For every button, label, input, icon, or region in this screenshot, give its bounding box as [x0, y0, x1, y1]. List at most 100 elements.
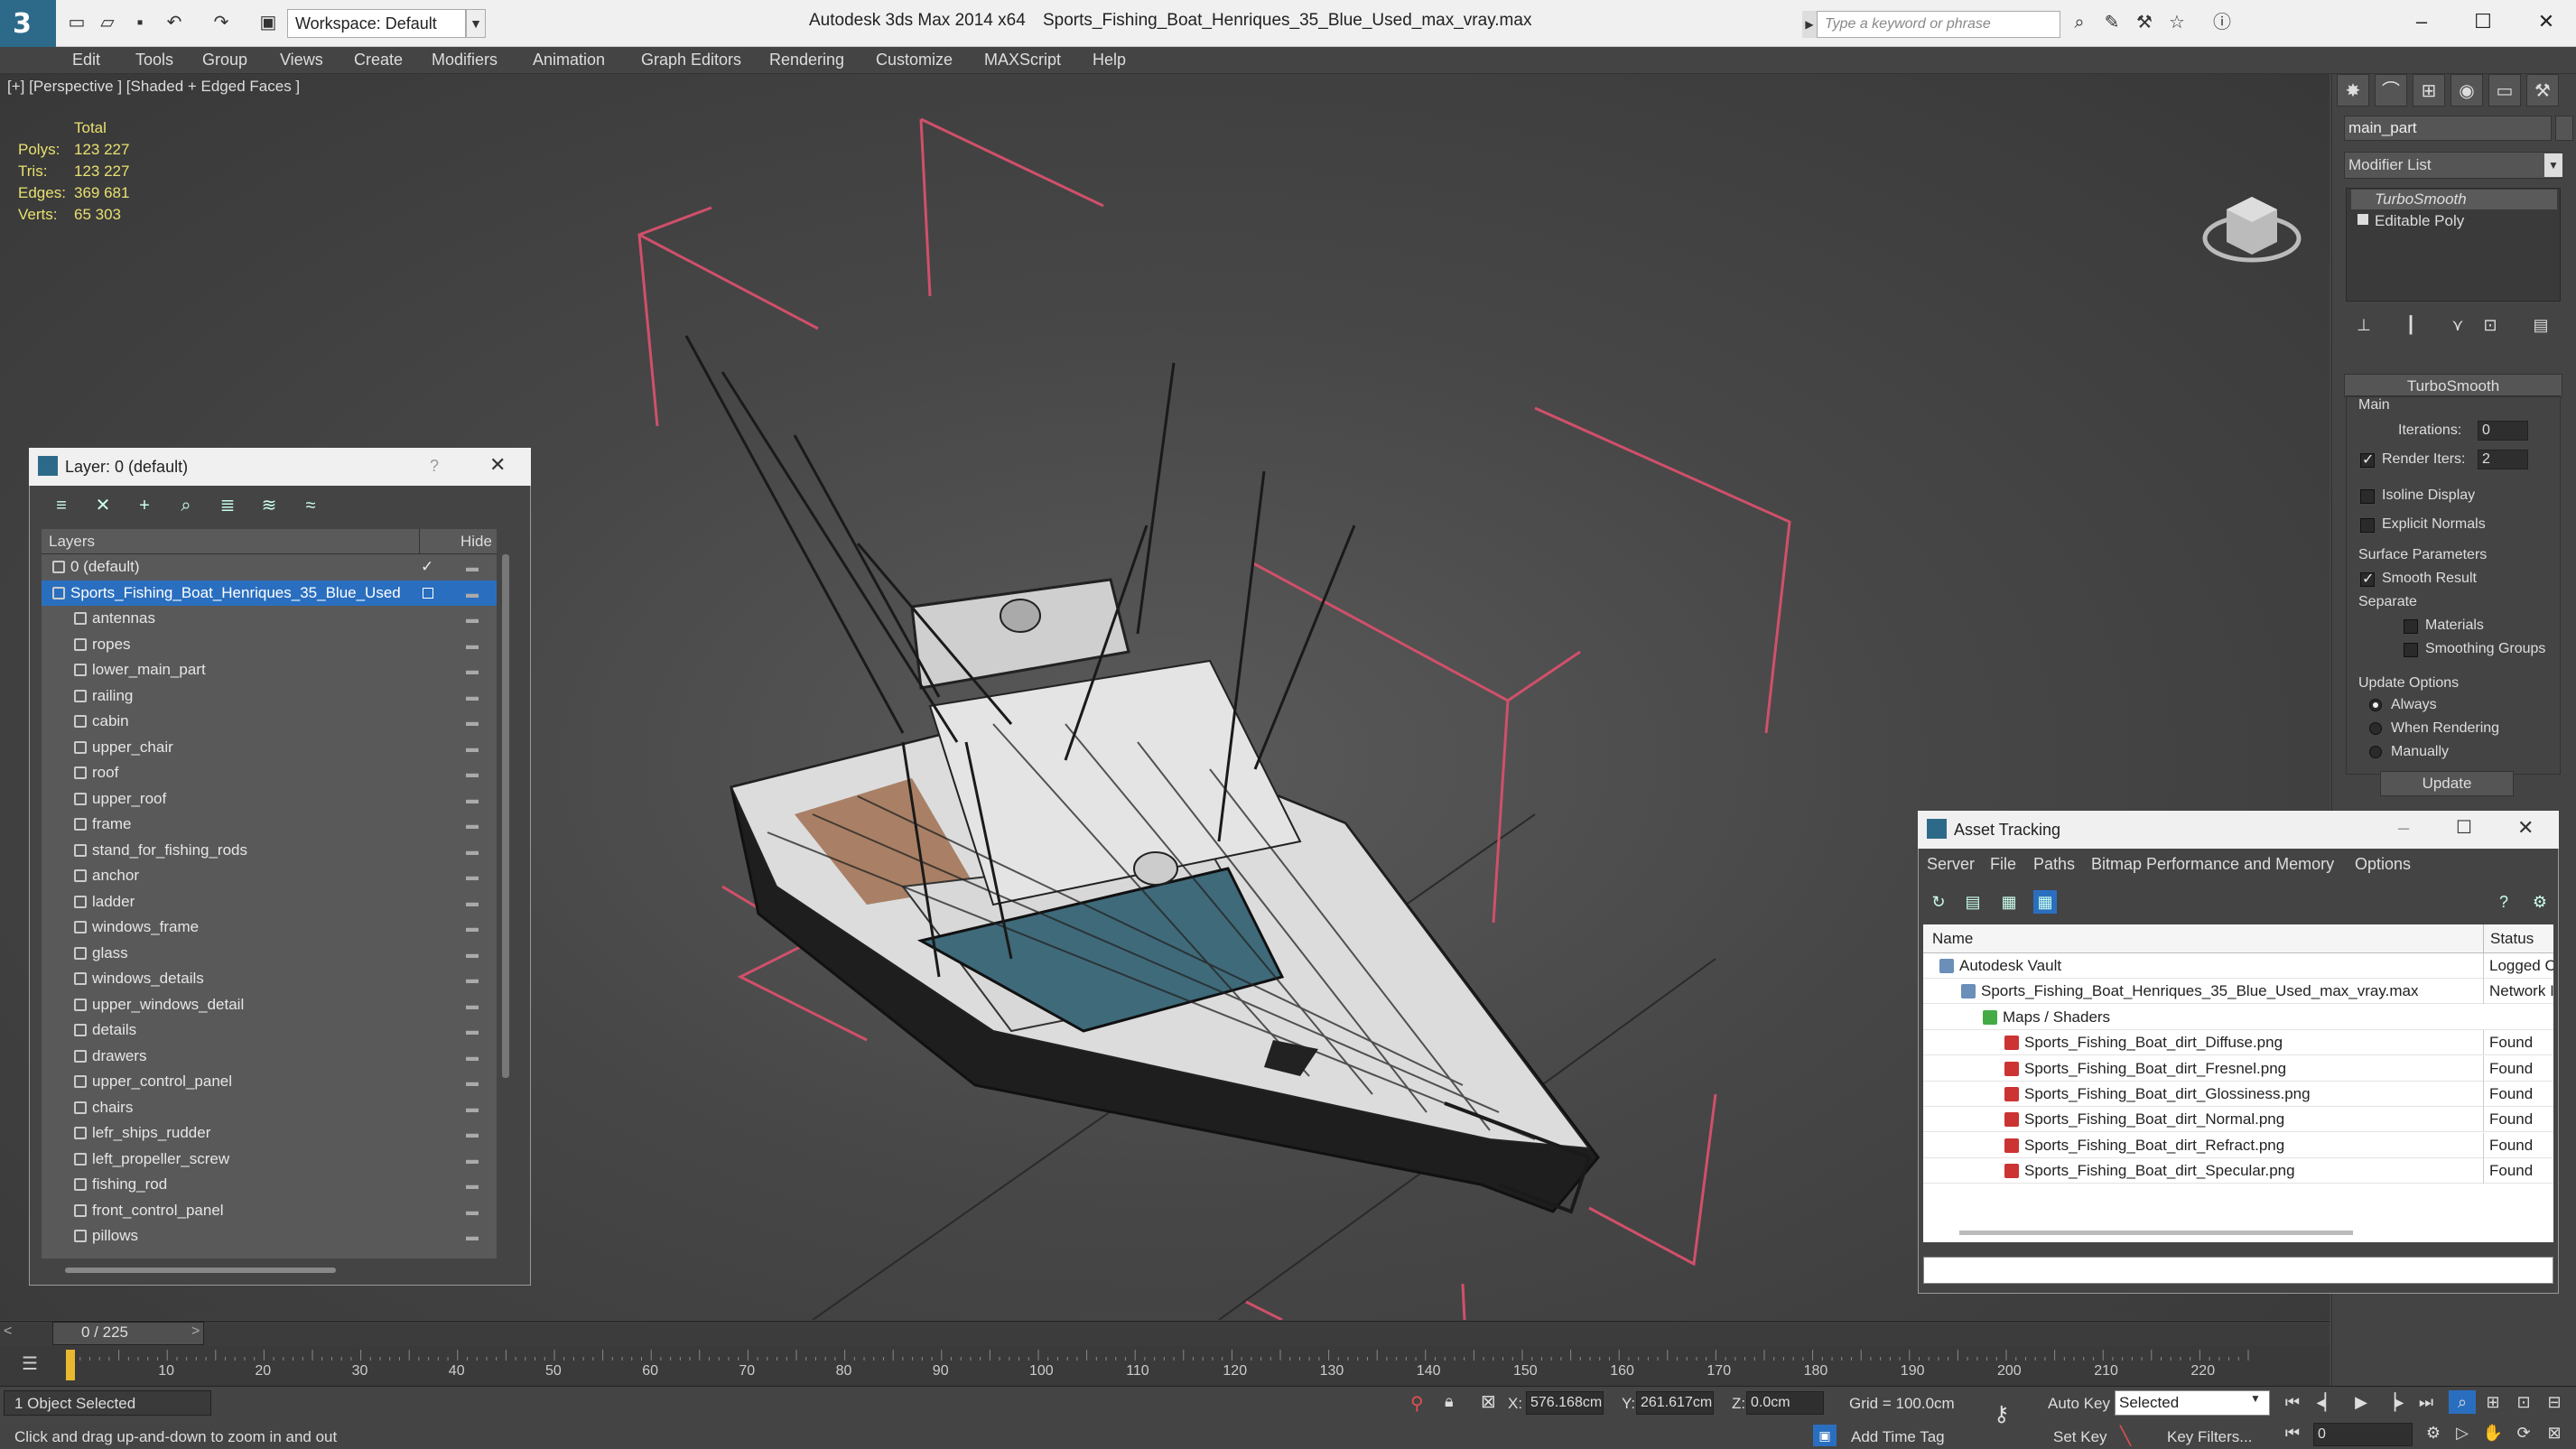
display-tab-icon[interactable]: ▭: [2488, 74, 2521, 107]
key-icon[interactable]: ⚷: [1994, 1401, 2010, 1427]
hide-toggle-icon[interactable]: ▬: [466, 1069, 479, 1094]
motion-tab-icon[interactable]: ◉: [2450, 74, 2483, 107]
asset-horizontal-scrollbar[interactable]: [1959, 1231, 2353, 1235]
layer-row[interactable]: windows_frame ▬: [42, 915, 497, 940]
asset-settings-icon[interactable]: ⚙: [2528, 890, 2552, 914]
y-coordinate-field[interactable]: 261.617cm: [1636, 1391, 1714, 1415]
asset-help-icon[interactable]: ?: [2492, 890, 2516, 914]
add-to-layer-icon[interactable]: +: [132, 493, 157, 518]
menu-customize[interactable]: Customize: [876, 51, 953, 70]
materials-checkbox[interactable]: [2404, 619, 2418, 634]
hide-toggle-icon[interactable]: ▬: [466, 606, 479, 631]
hide-toggle-icon[interactable]: ▬: [466, 1147, 479, 1172]
asset-row[interactable]: Sports_Fishing_Boat_dirt_Fresnel.png Foun…: [1923, 1055, 2553, 1082]
asset-menu-server[interactable]: Server: [1927, 855, 1975, 874]
redo-icon[interactable]: ↷: [209, 11, 233, 34]
hierarchy-tab-icon[interactable]: ⊞: [2413, 74, 2445, 107]
z-coordinate-field[interactable]: 0.0cm: [1746, 1391, 1824, 1415]
viewport-label[interactable]: [+] [Perspective ] [Shaded + Edged Faces…: [7, 78, 300, 96]
zoom-extents-icon[interactable]: ⊡: [2510, 1390, 2537, 1414]
play-icon[interactable]: ▶: [2348, 1390, 2375, 1414]
layer-row[interactable]: roof ▬: [42, 760, 497, 785]
hide-toggle-icon[interactable]: ▬: [466, 709, 479, 734]
transform-mode-icon[interactable]: ⊠: [1481, 1390, 1496, 1413]
hide-toggle-icon[interactable]: ▬: [466, 760, 479, 785]
asset-row[interactable]: Sports_Fishing_Boat_dirt_Refract.png Foun…: [1923, 1132, 2553, 1158]
time-configuration-icon[interactable]: ⚙: [2420, 1421, 2447, 1444]
freeze-all-icon[interactable]: ≈: [298, 493, 323, 518]
layer-row[interactable]: antennas ▬: [42, 606, 497, 631]
hide-toggle-icon[interactable]: ▬: [466, 941, 479, 966]
asset-menu-bitmap[interactable]: Bitmap Performance and Memory: [2091, 855, 2334, 874]
stack-item-editable-poly[interactable]: Editable Poly: [2351, 211, 2557, 231]
modifier-list-dropdown[interactable]: Modifier List: [2344, 152, 2562, 179]
asset-row[interactable]: Sports_Fishing_Boat_dirt_Normal.png Found: [1923, 1107, 2553, 1133]
minimize-icon[interactable]: –: [2395, 5, 2449, 38]
asset-row[interactable]: Autodesk Vault Logged C: [1923, 953, 2553, 979]
hide-toggle-icon[interactable]: ▬: [466, 735, 479, 760]
menu-edit[interactable]: Edit: [72, 51, 100, 70]
menu-group[interactable]: Group: [202, 51, 247, 70]
menu-modifiers[interactable]: Modifiers: [432, 51, 498, 70]
asset-menu-paths[interactable]: Paths: [2033, 855, 2075, 874]
chevron-right-icon[interactable]: >: [191, 1324, 200, 1340]
hide-toggle-icon[interactable]: ▬: [466, 966, 479, 991]
name-column-header[interactable]: Name: [1932, 930, 1973, 948]
current-frame-field[interactable]: 0: [2313, 1423, 2413, 1446]
maximize-viewport-icon[interactable]: ⊠: [2541, 1421, 2568, 1444]
maximize-icon[interactable]: ☐: [2456, 5, 2510, 38]
smooth-result-checkbox[interactable]: [2360, 570, 2375, 588]
go-to-end-icon[interactable]: ⏭: [2413, 1390, 2440, 1414]
remove-modifier-icon[interactable]: ⊡: [2478, 312, 2503, 338]
workspace-dropdown[interactable]: Workspace: Default: [287, 9, 466, 38]
asset-row[interactable]: Maps / Shaders: [1923, 1005, 2553, 1030]
render-iters-spinner[interactable]: 2: [2478, 450, 2528, 469]
asset-row[interactable]: Sports_Fishing_Boat_Henriques_35_Blue_Us…: [1923, 979, 2553, 1005]
close-icon[interactable]: ✕: [2517, 816, 2534, 840]
always-radio[interactable]: [2369, 699, 2382, 711]
layer-row[interactable]: fishing_rod ▬: [42, 1172, 497, 1197]
layer-row[interactable]: lefr_ships_rudder ▬: [42, 1120, 497, 1146]
open-mini-curve-editor-icon[interactable]: ☰: [16, 1352, 43, 1379]
stack-item-turbosmooth[interactable]: TurboSmooth: [2351, 190, 2557, 209]
time-slider-thumb[interactable]: [52, 1322, 204, 1345]
hide-toggle-icon[interactable]: ▬: [466, 1223, 479, 1249]
asset-row[interactable]: Sports_Fishing_Boat_dirt_Specular.png Fou…: [1923, 1158, 2553, 1184]
layer-row[interactable]: upper_control_panel ▬: [42, 1069, 497, 1094]
asset-row[interactable]: Sports_Fishing_Boat_dirt_Glossiness.png F…: [1923, 1082, 2553, 1107]
pan-view-icon[interactable]: ✋: [2479, 1421, 2506, 1444]
layer-row[interactable]: drawers ▬: [42, 1044, 497, 1069]
hide-toggle-icon[interactable]: ▬: [466, 1017, 479, 1043]
modify-tab-icon[interactable]: ⌒: [2375, 74, 2407, 107]
asset-path-field[interactable]: [1923, 1257, 2553, 1284]
search-input[interactable]: Type a keyword or phrase: [1817, 11, 2060, 38]
track-bar[interactable]: [0, 1346, 2330, 1386]
menu-graph-editors[interactable]: Graph Editors: [641, 51, 741, 70]
maximize-icon[interactable]: ☐: [2456, 816, 2472, 839]
field-of-view-icon[interactable]: ▷: [2449, 1421, 2476, 1444]
layer-row[interactable]: frame ▬: [42, 812, 497, 837]
hide-toggle-icon[interactable]: ▬: [466, 657, 479, 683]
time-tag-icon[interactable]: ▣: [1813, 1425, 1837, 1446]
project-folder-icon[interactable]: ▣: [256, 11, 280, 34]
save-file-icon[interactable]: ▪: [128, 11, 152, 34]
select-objects-icon[interactable]: ⌕: [173, 493, 199, 518]
render-iters-checkbox[interactable]: [2360, 450, 2375, 469]
help-icon[interactable]: ?: [430, 457, 439, 476]
refresh-icon[interactable]: ↻: [1927, 890, 1950, 914]
chevron-down-icon[interactable]: ▼: [2544, 153, 2562, 177]
layer-row[interactable]: chairs ▬: [42, 1095, 497, 1120]
key-mode-toggle-icon[interactable]: ⏮: [2279, 1421, 2306, 1444]
manually-radio[interactable]: [2369, 746, 2382, 758]
current-frame-marker[interactable]: [66, 1350, 75, 1380]
layer-row[interactable]: railing ▬: [42, 683, 497, 709]
layer-row[interactable]: Sports_Fishing_Boat_Henriques_35_Blue_Us…: [42, 580, 497, 606]
smoothing-groups-checkbox[interactable]: [2404, 643, 2418, 657]
hide-toggle-icon[interactable]: ▬: [466, 1172, 479, 1197]
layer-row[interactable]: details ▬: [42, 1017, 497, 1043]
hide-toggle-icon[interactable]: ▬: [466, 1095, 479, 1120]
close-icon[interactable]: ✕: [2519, 5, 2573, 38]
layer-row[interactable]: lower_main_part ▬: [42, 657, 497, 683]
create-layer-icon[interactable]: ≡: [49, 493, 74, 518]
layer-row[interactable]: ladder ▬: [42, 889, 497, 915]
